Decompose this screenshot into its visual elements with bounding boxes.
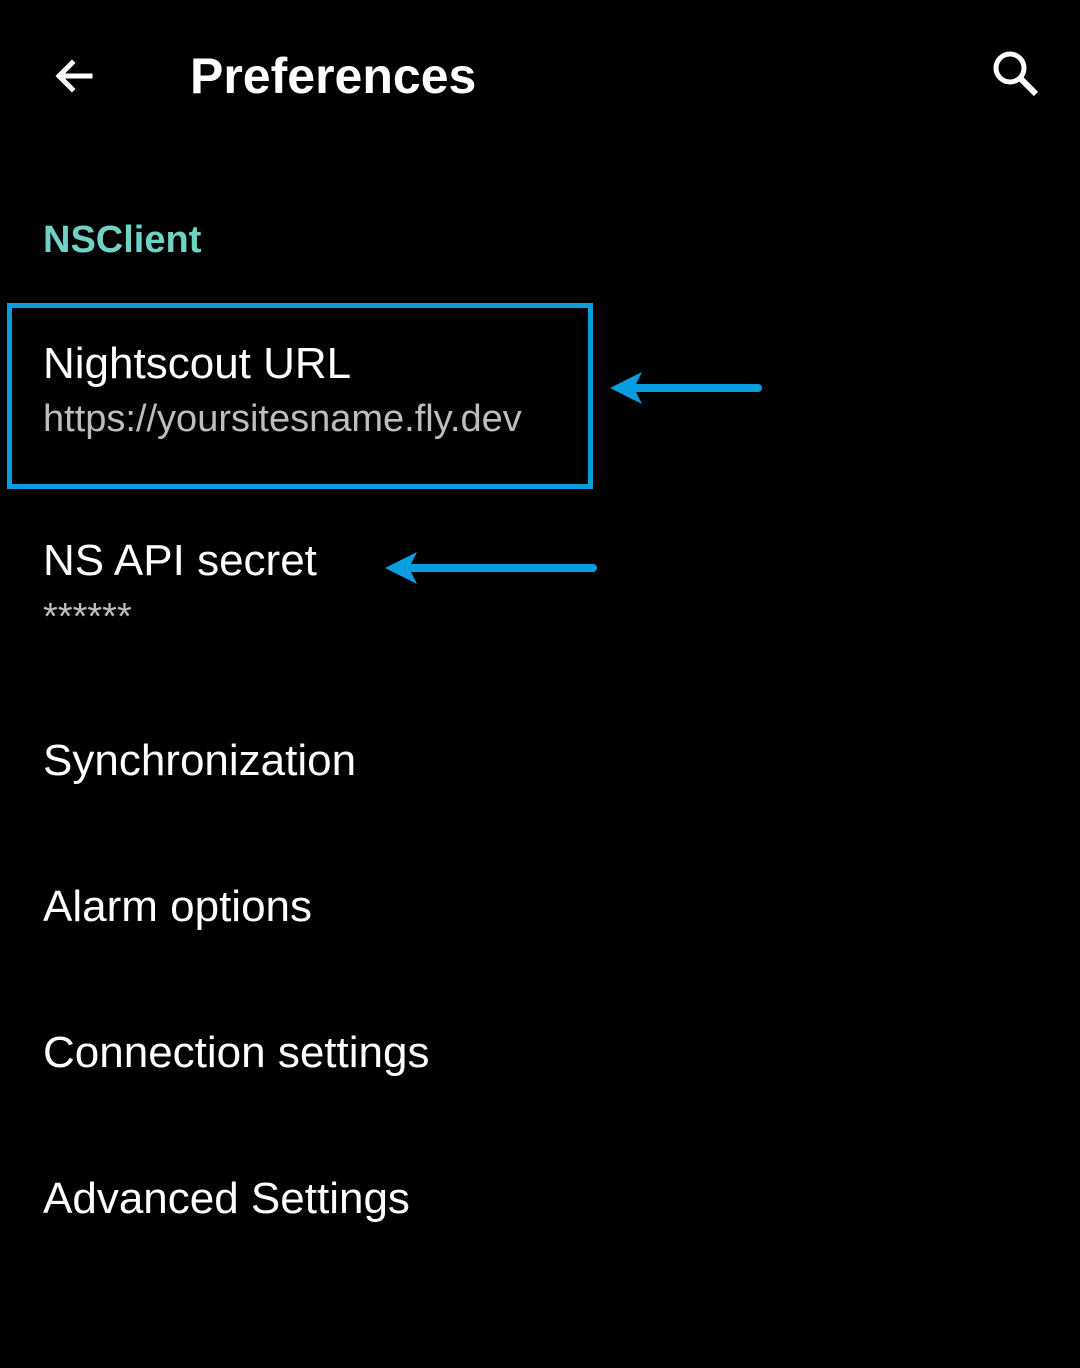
pref-connection-settings[interactable]: Connection settings bbox=[0, 997, 1080, 1107]
pref-title: NS API secret bbox=[43, 536, 317, 585]
category-header: NSClient bbox=[43, 219, 202, 261]
back-button[interactable] bbox=[36, 38, 112, 114]
arrow-back-icon bbox=[55, 59, 93, 93]
pref-title: Advanced Settings bbox=[43, 1174, 410, 1223]
pref-title: Connection settings bbox=[43, 1028, 430, 1077]
annotation-highlight-box bbox=[7, 303, 593, 489]
app-bar: Preferences bbox=[0, 0, 1080, 150]
pref-summary: ****** bbox=[43, 596, 132, 638]
pref-title: Alarm options bbox=[43, 882, 313, 931]
pref-title: Synchronization bbox=[43, 736, 357, 785]
pref-advanced-settings[interactable]: Advanced Settings bbox=[0, 1143, 1080, 1253]
pref-synchronization[interactable]: Synchronization bbox=[0, 705, 1080, 815]
annotation-arrow-icon bbox=[610, 372, 762, 404]
search-button[interactable] bbox=[978, 36, 1054, 112]
pref-alarm-options[interactable]: Alarm options bbox=[0, 851, 1080, 961]
annotation-arrow-icon bbox=[385, 552, 597, 584]
search-icon bbox=[993, 51, 1039, 97]
page-title: Preferences bbox=[190, 48, 477, 104]
